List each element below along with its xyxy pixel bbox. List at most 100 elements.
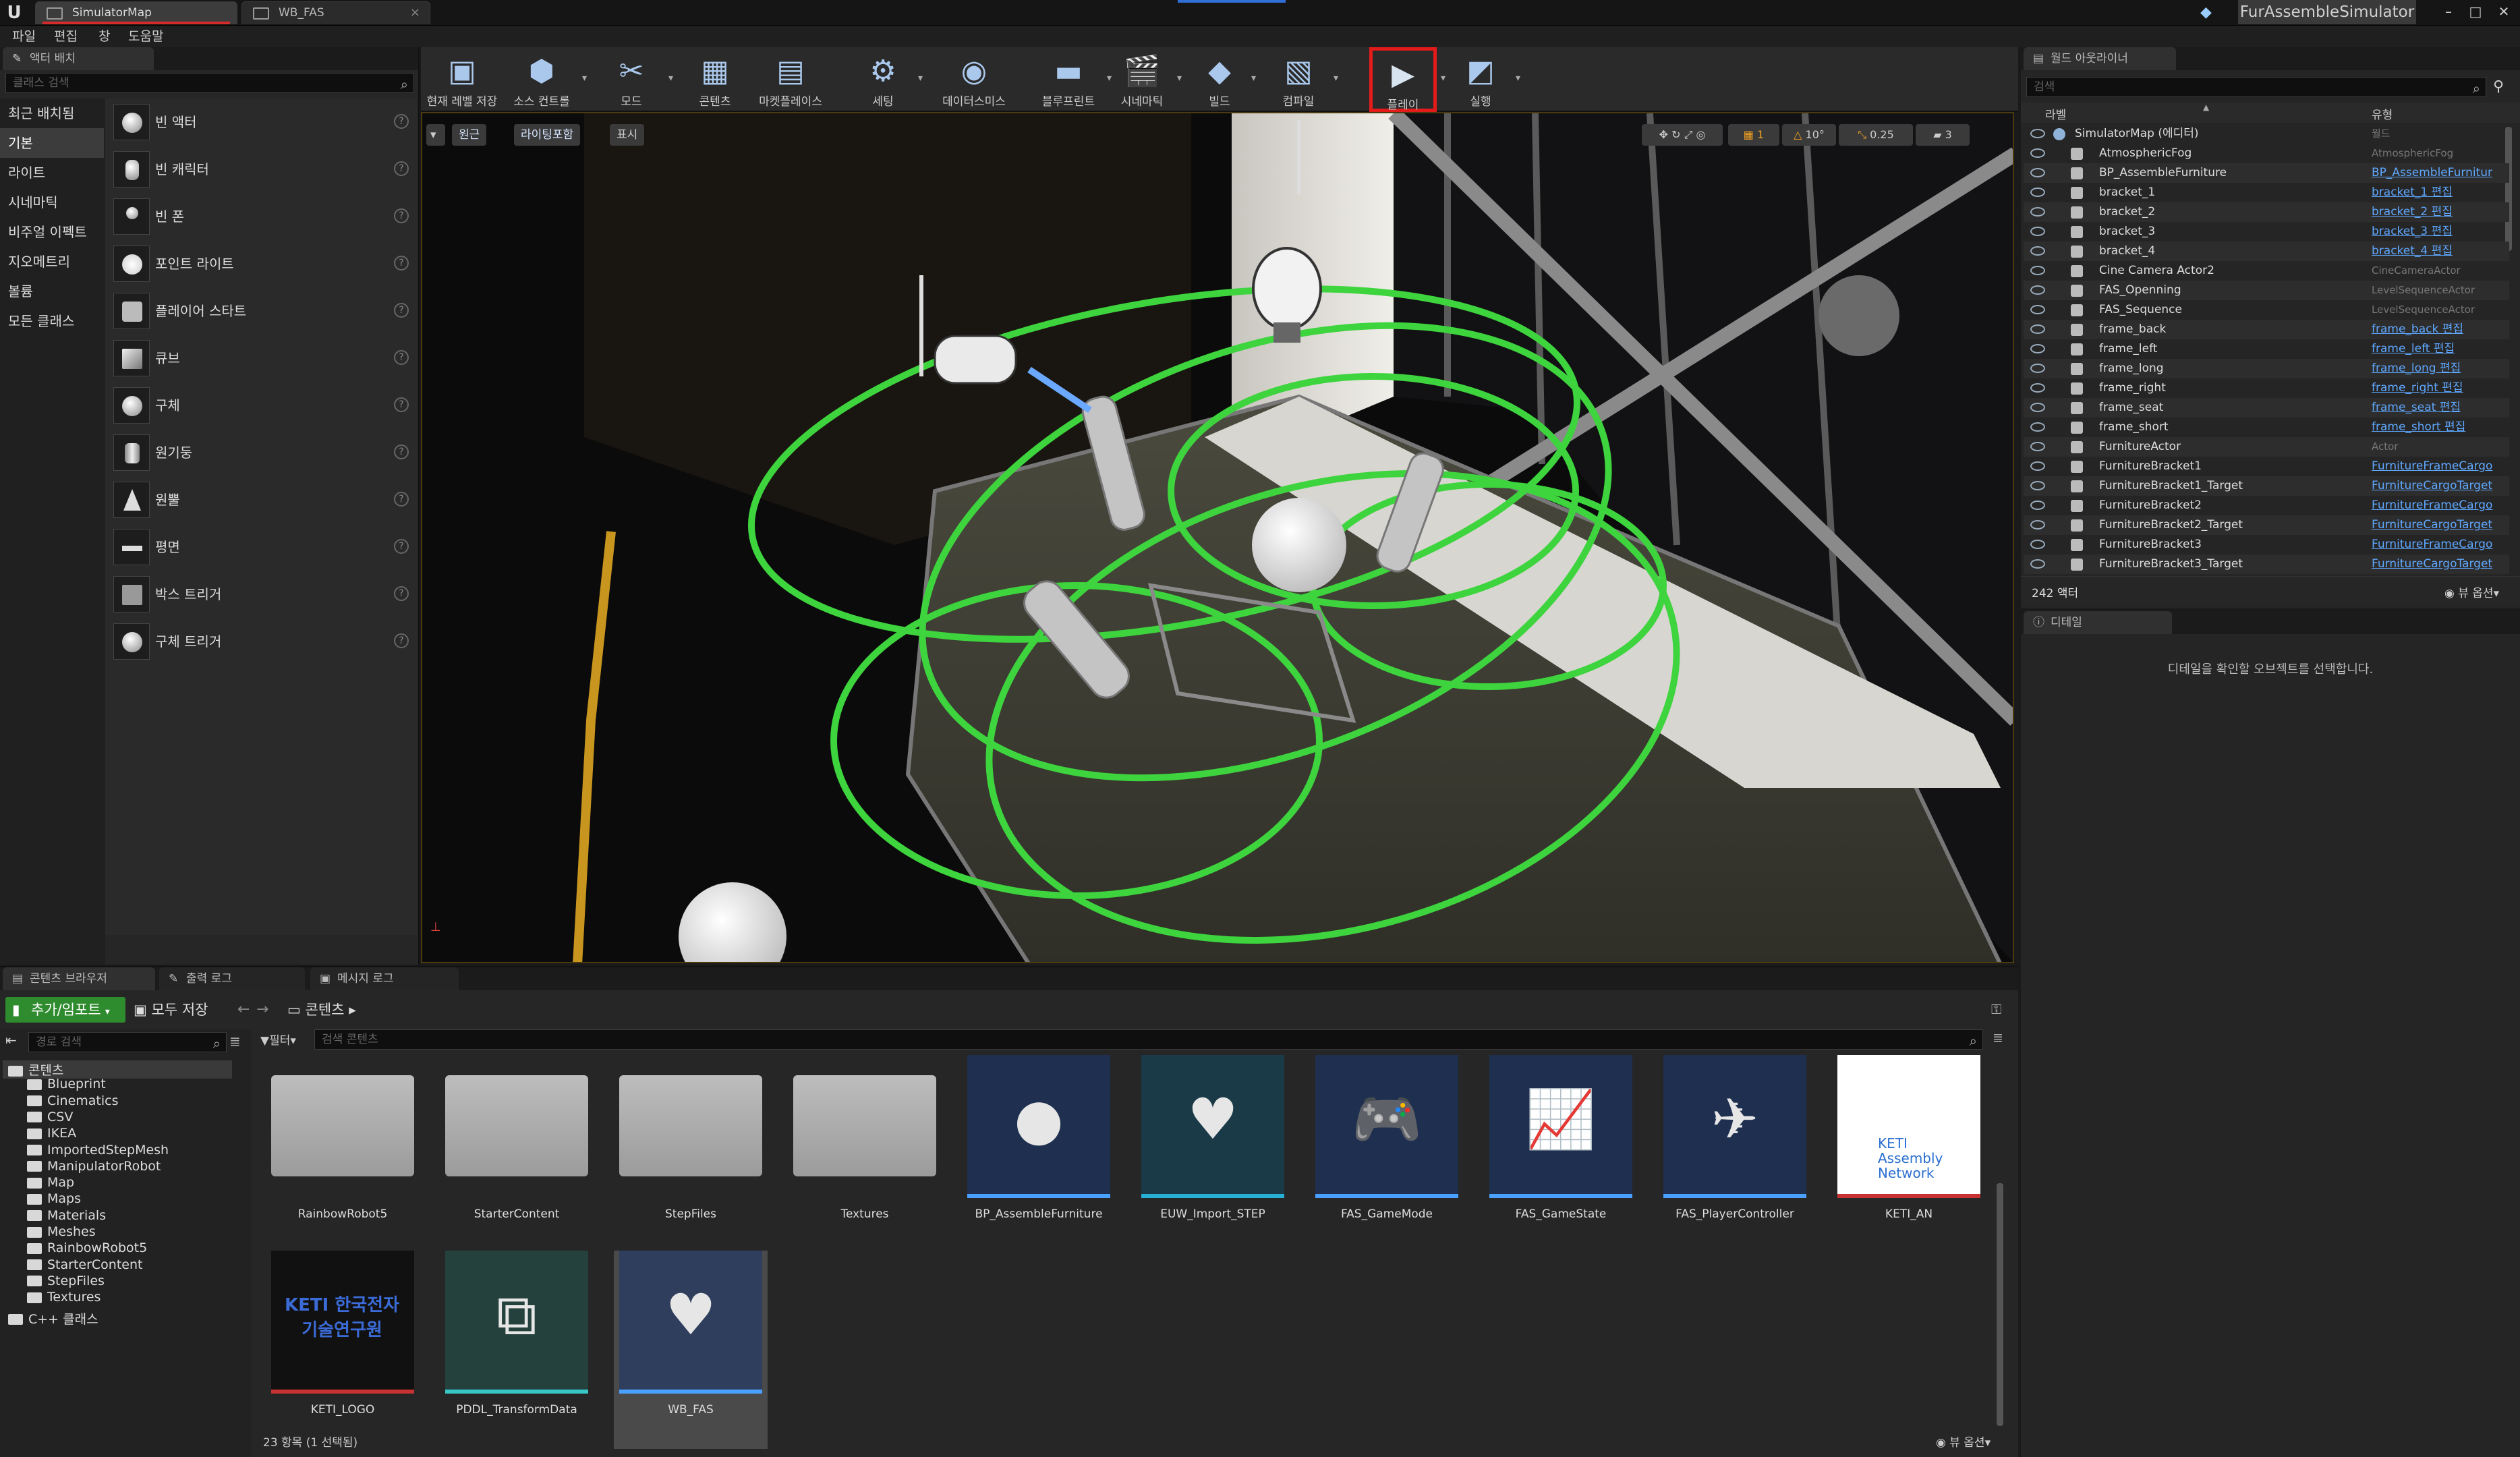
visibility-eye-icon[interactable] xyxy=(2030,305,2045,314)
place-item-box-trigger[interactable]: 박스 트리거? xyxy=(105,571,417,618)
category-all-classes[interactable]: 모든 클래스 xyxy=(0,306,104,336)
viewport-menu-button[interactable]: ▾ xyxy=(426,124,445,146)
chevron-down-icon[interactable]: ▾ xyxy=(918,73,923,84)
outliner-root-row[interactable]: SimulatorMap (에디터) 월드 xyxy=(2024,124,2509,144)
place-item-cone[interactable]: 원뿔? xyxy=(105,476,417,523)
show-button[interactable]: 표시 xyxy=(610,124,645,146)
add-import-button[interactable]: ▮ 추가/임포트 ▾ xyxy=(5,997,125,1023)
asset-euw-import-step[interactable]: ♥ EUW_Import_STEP xyxy=(1136,1055,1290,1253)
menu-help[interactable]: 도움말 xyxy=(128,26,163,47)
visibility-eye-icon[interactable] xyxy=(2030,364,2045,373)
tree-folder[interactable]: Map xyxy=(27,1175,74,1190)
blueprints-button[interactable]: ▬ 블루프린트 ▾ xyxy=(1035,47,1112,112)
visibility-eye-icon[interactable] xyxy=(2030,481,2045,490)
visibility-eye-icon[interactable] xyxy=(2030,383,2045,393)
tree-folder[interactable]: StepFiles xyxy=(27,1274,105,1288)
asset-fas-gamestate[interactable]: 📈 FAS_GameState xyxy=(1484,1055,1638,1253)
place-item-cube[interactable]: 큐브? xyxy=(105,335,417,382)
actor-type-link[interactable]: BP_AssembleFurnitur xyxy=(2372,163,2492,183)
visibility-eye-icon[interactable] xyxy=(2030,501,2045,510)
tree-folder[interactable]: Maps xyxy=(27,1191,81,1206)
outliner-row[interactable]: frame_long frame_long 편집 xyxy=(2024,359,2509,378)
chevron-down-icon[interactable]: ▾ xyxy=(668,73,673,84)
tree-folder[interactable]: Meshes xyxy=(27,1224,96,1239)
visibility-eye-icon[interactable] xyxy=(2030,324,2045,334)
asset-fas-gamemode[interactable]: 🎮 FAS_GameMode xyxy=(1310,1055,1464,1253)
visibility-eye-icon[interactable] xyxy=(2030,461,2045,471)
help-icon[interactable]: ? xyxy=(394,492,409,507)
visibility-eye-icon[interactable] xyxy=(2030,442,2045,451)
content-search-input[interactable]: 검색 콘텐츠 ⌕ xyxy=(314,1029,1983,1050)
place-item-cylinder[interactable]: 원기둥? xyxy=(105,429,417,476)
actor-type-link[interactable]: FurnitureCargoTarget xyxy=(2372,515,2492,535)
help-icon[interactable]: ? xyxy=(394,208,409,223)
outliner-row[interactable]: FurnitureBracket3_Target FurnitureCargoTa… xyxy=(2024,554,2509,574)
category-lights[interactable]: 라이트 xyxy=(0,158,104,188)
help-icon[interactable]: ? xyxy=(394,256,409,270)
grid-snap-toggle[interactable]: ▦ 1 xyxy=(1728,124,1779,146)
filters-button[interactable]: ▼필터▾ xyxy=(260,1031,296,1048)
maximize-button[interactable]: □ xyxy=(2462,1,2489,22)
outliner-row[interactable]: FAS_Openning LevelSequenceActor xyxy=(2024,281,2509,300)
asset-fas-playercontroller[interactable]: ✈ FAS_PlayerController xyxy=(1658,1055,1812,1253)
save-current-level-button[interactable]: ▣ 현재 레벨 저장 xyxy=(426,47,498,112)
compile-button[interactable]: ▧ 컴파일 ▾ xyxy=(1268,47,1338,112)
asset-keti-logo[interactable]: KETI 한국전자기술연구원 KETI_LOGO xyxy=(266,1251,420,1449)
class-search-input[interactable]: 클래스 검색 ⌕ xyxy=(5,73,414,93)
asset-keti-an[interactable]: KETI Assembly Network KETI_AN xyxy=(1832,1055,1986,1253)
visibility-eye-icon[interactable] xyxy=(2030,540,2045,549)
asset-view-options-icon[interactable]: ≣ xyxy=(1993,1031,2003,1046)
asset-startercontent[interactable]: StarterContent xyxy=(440,1055,594,1253)
tree-cpp-classes[interactable]: C++ 클래스 xyxy=(8,1309,98,1327)
actor-type-link[interactable]: bracket_4 편집 xyxy=(2372,241,2453,261)
marketplace-button[interactable]: ▤ 마켓플레이스 xyxy=(749,47,832,112)
visibility-eye-icon[interactable] xyxy=(2030,168,2045,177)
content-button[interactable]: ▦ 콘텐츠 xyxy=(685,47,745,112)
cinematics-button[interactable]: 🎬 시네마틱 ▾ xyxy=(1112,47,1182,112)
outliner-row[interactable]: FurnitureBracket3 FurnitureFrameCargo xyxy=(2024,535,2509,554)
menu-edit[interactable]: 편집 xyxy=(54,26,78,47)
help-icon[interactable]: ? xyxy=(394,445,409,459)
help-icon[interactable]: ? xyxy=(394,539,409,554)
tree-folder[interactable]: Textures xyxy=(27,1290,101,1305)
visibility-eye-icon[interactable] xyxy=(2030,344,2045,353)
lock-icon[interactable]: ⚿ xyxy=(1991,1001,2001,1017)
asset-stepfiles[interactable]: StepFiles xyxy=(614,1055,768,1253)
help-icon[interactable]: ? xyxy=(394,397,409,412)
outliner-row[interactable]: FurnitureActor Actor xyxy=(2024,437,2509,457)
visibility-eye-icon[interactable] xyxy=(2030,403,2045,412)
category-volumes[interactable]: 볼륨 xyxy=(0,277,104,306)
help-icon[interactable]: ? xyxy=(394,633,409,648)
history-forward-button[interactable]: → xyxy=(256,997,268,1023)
tree-folder[interactable]: ManipulatorRobot xyxy=(27,1159,161,1174)
transform-tools[interactable]: ✥ ↻ ⤢ ◎ xyxy=(1642,124,1723,146)
help-icon[interactable]: ? xyxy=(394,586,409,601)
visibility-eye-icon[interactable] xyxy=(2030,285,2045,295)
outliner-row[interactable]: frame_left frame_left 편집 xyxy=(2024,339,2509,359)
type-column-header[interactable]: 유형 xyxy=(2372,105,2393,122)
source-control-button[interactable]: ⬢ 소스 컨트롤 ▾ xyxy=(506,47,587,112)
actor-type-link[interactable]: FurnitureCargoTarget xyxy=(2372,554,2492,574)
history-back-button[interactable]: ← xyxy=(237,997,250,1023)
actor-type-link[interactable]: FurnitureCargoTarget xyxy=(2372,476,2492,496)
help-icon[interactable]: ? xyxy=(394,161,409,176)
play-options-chevron-icon[interactable]: ▾ xyxy=(1441,73,1445,84)
settings-button[interactable]: ⚙ 세팅 ▾ xyxy=(853,47,923,112)
scale-snap-button[interactable]: ⤡ 0.25 xyxy=(1839,124,1913,146)
content-view-options[interactable]: ◉ 뷰 옵션▾ xyxy=(1936,1433,1991,1450)
tree-folder[interactable]: RainbowRobot5 xyxy=(27,1240,147,1255)
tree-root-content[interactable]: 콘텐츠 xyxy=(3,1060,232,1079)
minimize-button[interactable]: – xyxy=(2435,1,2462,22)
tab-message-log[interactable]: ▣ 메시지 로그 xyxy=(310,967,459,990)
tree-folder[interactable]: ImportedStepMesh xyxy=(27,1143,169,1158)
outliner-row[interactable]: Cine Camera Actor2 CineCameraActor xyxy=(2024,261,2509,281)
close-window-button[interactable]: ✕ xyxy=(2490,1,2517,22)
place-item-empty-pawn[interactable]: 빈 폰? xyxy=(105,193,417,240)
actor-type-link[interactable]: frame_back 편집 xyxy=(2372,320,2463,339)
help-icon[interactable]: ? xyxy=(394,350,409,365)
outliner-row[interactable]: FurnitureBracket1_Target FurnitureCargoTa… xyxy=(2024,476,2509,496)
chevron-down-icon[interactable]: ▾ xyxy=(582,73,587,84)
visibility-eye-icon[interactable] xyxy=(2030,227,2045,236)
actor-type-link[interactable]: FurnitureFrameCargo xyxy=(2372,496,2492,515)
modes-button[interactable]: ✂ 모드 ▾ xyxy=(599,47,673,112)
